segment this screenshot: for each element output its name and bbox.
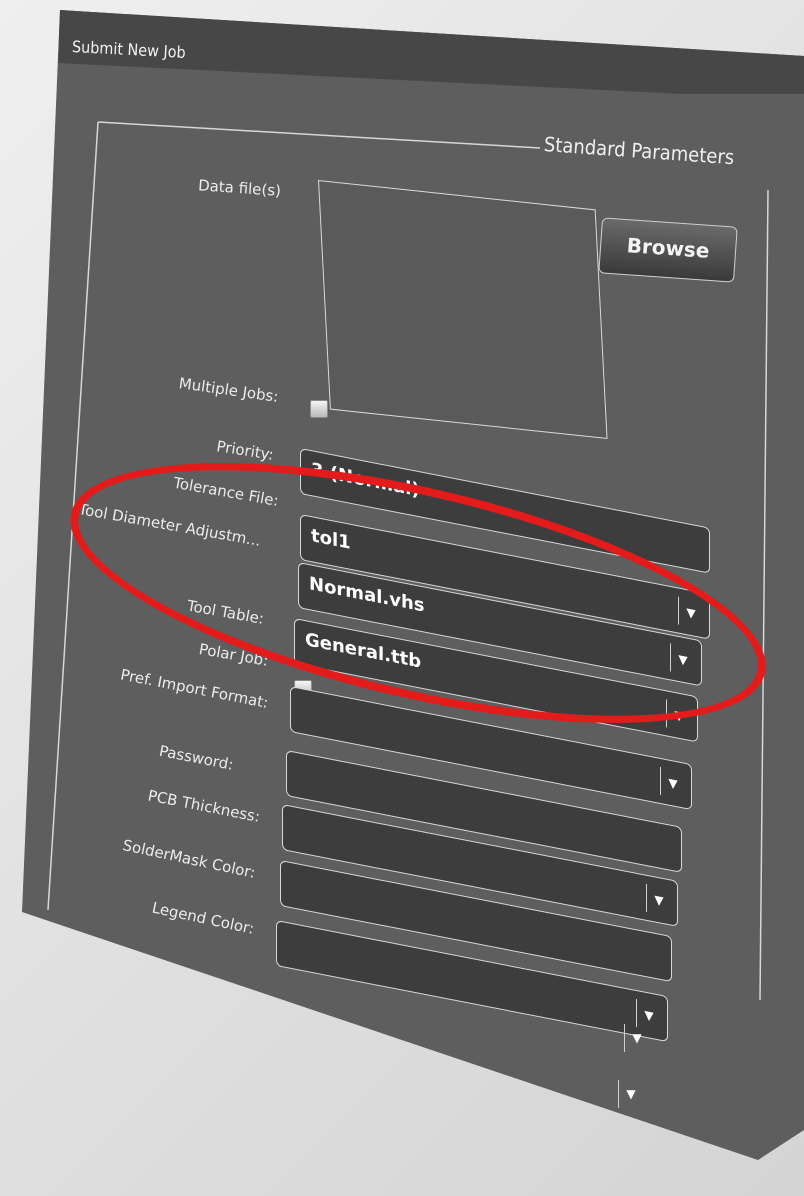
tolerance-file-value: tol1 bbox=[311, 525, 351, 554]
chevron-down-icon[interactable]: ▼ bbox=[670, 643, 695, 677]
screenshot-stage: Submit New Job Standard Parameters Data … bbox=[0, 0, 804, 1196]
data-files-list[interactable] bbox=[318, 180, 608, 439]
multiple-jobs-checkbox[interactable] bbox=[310, 400, 328, 418]
chevron-down-icon[interactable]: ▼ bbox=[678, 596, 703, 630]
chevron-down-icon[interactable]: ▼ bbox=[618, 1080, 643, 1108]
browse-button[interactable]: Browse bbox=[598, 217, 738, 283]
chevron-down-icon[interactable]: ▼ bbox=[646, 883, 671, 917]
chevron-down-icon[interactable]: ▼ bbox=[624, 1024, 649, 1052]
chevron-down-icon[interactable]: ▼ bbox=[660, 766, 685, 800]
chevron-down-icon[interactable]: ▼ bbox=[666, 699, 691, 733]
